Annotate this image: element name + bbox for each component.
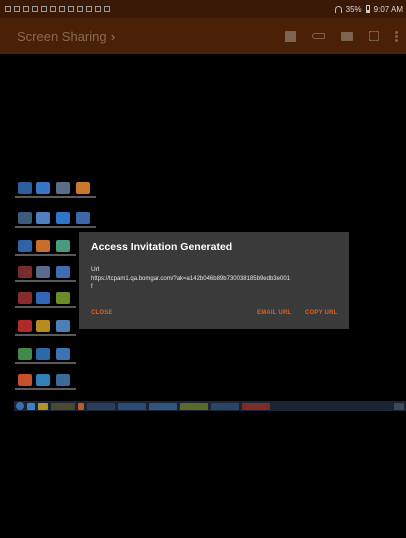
clock: 9:07 AM — [373, 4, 403, 14]
taskbar-app-button[interactable] — [211, 402, 239, 410]
desktop-icon[interactable] — [18, 374, 32, 386]
desktop-icon[interactable] — [36, 374, 50, 386]
notification-icon — [104, 6, 110, 12]
taskbar-app-button[interactable] — [149, 402, 177, 410]
key-icon[interactable] — [312, 33, 325, 39]
taskbar-app-button[interactable] — [51, 402, 75, 410]
notification-icon — [41, 6, 47, 12]
desktop-icon[interactable] — [36, 266, 50, 278]
desktop-icon[interactable] — [56, 240, 70, 252]
notification-icon — [86, 6, 92, 12]
desktop-icon[interactable] — [56, 266, 70, 278]
notification-icon — [5, 6, 11, 12]
desktop-icon-label — [34, 334, 56, 336]
notification-icon — [77, 6, 83, 12]
taskbar-app-button[interactable] — [87, 402, 115, 410]
desktop-icon-label — [34, 226, 56, 228]
desktop-icon-label — [54, 306, 76, 308]
desktop-icon-label — [54, 362, 76, 364]
tray-clock — [394, 402, 404, 410]
copy-url-button[interactable]: COPY URL — [305, 310, 338, 316]
dialog-title: Access Invitation Generated — [91, 241, 233, 253]
desktop-icon-label — [34, 388, 56, 390]
desktop-icon-label — [34, 306, 56, 308]
desktop-icon[interactable] — [36, 240, 50, 252]
desktop-icon[interactable] — [18, 266, 32, 278]
desktop-icon-label — [74, 226, 96, 228]
desktop-icon[interactable] — [76, 182, 90, 194]
close-button[interactable]: CLOSE — [91, 310, 113, 316]
desktop-icon-label — [54, 196, 76, 198]
keyboard-icon[interactable] — [341, 31, 353, 41]
desktop-icon-label — [34, 362, 56, 364]
desktop-icon-label — [54, 334, 76, 336]
notification-icon — [32, 6, 38, 12]
notification-icon — [68, 6, 74, 12]
taskbar-app-button[interactable] — [242, 402, 270, 410]
fullscreen-icon[interactable] — [369, 31, 379, 41]
notification-icon — [59, 6, 65, 12]
desktop-icon-label — [54, 226, 76, 228]
start-button-icon[interactable] — [16, 402, 24, 410]
desktop-icon[interactable] — [56, 212, 70, 224]
desktop-icon[interactable] — [18, 348, 32, 360]
desktop-icon-label — [34, 280, 56, 282]
email-url-button[interactable]: EMAIL URL — [257, 310, 291, 316]
desktop-icon[interactable] — [18, 320, 32, 332]
app-title[interactable]: Screen Sharing ›› — [17, 28, 114, 44]
notification-icon — [95, 6, 101, 12]
desktop-icon[interactable] — [56, 182, 70, 194]
wifi-icon — [334, 5, 342, 13]
taskbar-app-icon[interactable] — [38, 402, 48, 410]
desktop-icon-label — [54, 254, 76, 256]
url-label: Url — [91, 266, 100, 273]
app-bar: Screen Sharing ›› — [0, 18, 406, 54]
system-tray — [371, 403, 391, 410]
battery-icon — [365, 5, 370, 13]
desktop-icon[interactable] — [36, 320, 50, 332]
chevron-right-icon: ›› — [110, 28, 114, 44]
access-invitation-dialog: Access Invitation Generated Url https://… — [79, 232, 349, 329]
desktop-icon-label — [74, 196, 96, 198]
desktop-icon[interactable] — [56, 348, 70, 360]
desktop-icon-label — [54, 388, 76, 390]
desktop-icon[interactable] — [56, 292, 70, 304]
desktop-icon[interactable] — [56, 320, 70, 332]
notification-icon — [23, 6, 29, 12]
notification-icon — [14, 6, 20, 12]
taskbar-app-icon[interactable] — [78, 402, 84, 410]
taskbar-app-icon[interactable] — [27, 402, 35, 410]
taskbar-app-button[interactable] — [118, 402, 146, 410]
desktop-icon[interactable] — [36, 292, 50, 304]
desktop-icon[interactable] — [36, 182, 50, 194]
app-title-text: Screen Sharing — [17, 28, 107, 44]
desktop-icon[interactable] — [76, 212, 90, 224]
desktop-icon[interactable] — [18, 182, 32, 194]
desktop-icon-label — [34, 196, 56, 198]
more-options-icon[interactable] — [395, 30, 398, 42]
desktop-icon[interactable] — [18, 240, 32, 252]
notification-icon — [50, 6, 56, 12]
status-bar: 35% 9:07 AM — [0, 0, 406, 18]
desktop-icon[interactable] — [56, 374, 70, 386]
invitation-url: https://tcpam1.qa.bomgar.com/?ak=a142b04… — [91, 276, 290, 290]
remote-taskbar — [14, 401, 406, 411]
desktop-icon[interactable] — [36, 348, 50, 360]
battery-percent: 35% — [345, 4, 362, 14]
stop-icon[interactable] — [285, 30, 296, 42]
taskbar-app-button[interactable] — [180, 402, 208, 410]
desktop-icon-label — [34, 254, 56, 256]
desktop-icon-label — [54, 280, 76, 282]
desktop-icon[interactable] — [18, 292, 32, 304]
notification-icons — [0, 6, 110, 12]
desktop-icon[interactable] — [36, 212, 50, 224]
desktop-icon[interactable] — [18, 212, 32, 224]
